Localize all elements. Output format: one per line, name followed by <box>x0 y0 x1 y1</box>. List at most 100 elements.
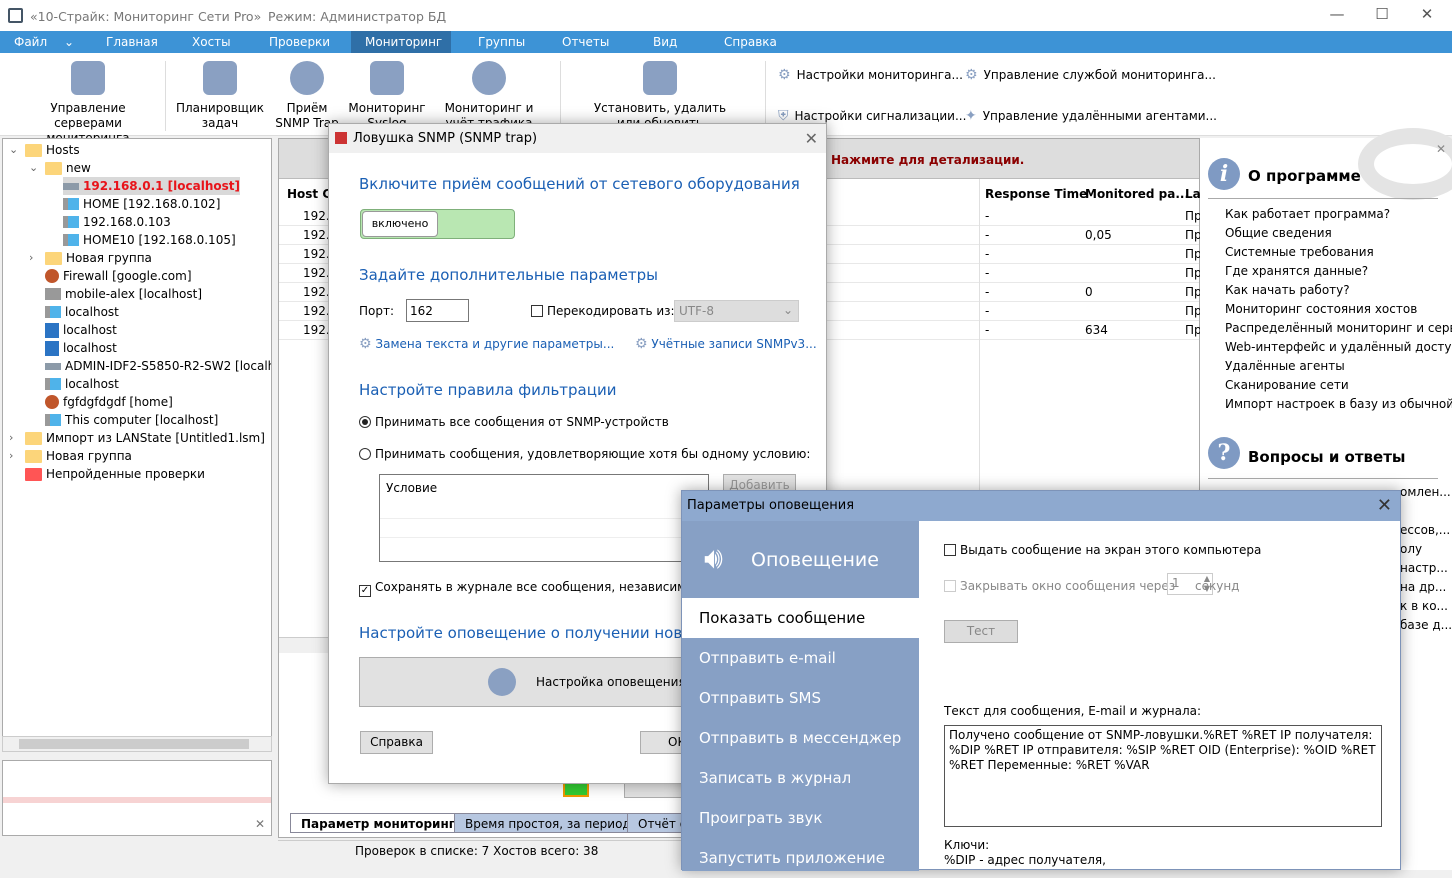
tree-item-label: fgfdgfdgdf [home] <box>63 395 173 409</box>
faq-link[interactable]: олу <box>1400 542 1422 556</box>
column-header[interactable]: Monitored pa... <box>1085 187 1189 201</box>
help-link[interactable]: Как начать работу? <box>1225 283 1350 297</box>
port-input[interactable] <box>406 299 469 322</box>
tab-downtime[interactable]: Время простоя, за период <box>454 813 642 833</box>
nav-item[interactable]: Проиграть звук <box>682 798 919 838</box>
scrollbar-thumb[interactable] <box>19 739 249 749</box>
help-link[interactable]: Общие сведения <box>1225 226 1332 240</box>
save-log-checkbox[interactable]: ✓ Сохранять в журнале все сообщения, неза… <box>359 580 729 597</box>
encoding-select[interactable]: UTF-8 ⌄ <box>674 300 799 322</box>
tree-item-label: 192.168.0.1 [localhost] <box>83 179 240 193</box>
message-text-area[interactable]: Получено сообщение от SNMP-ловушки.%RET … <box>944 725 1382 827</box>
menu-checks[interactable]: Проверки <box>255 31 344 53</box>
nav-item[interactable]: Отправить SMS <box>682 678 919 718</box>
help-link[interactable]: Где хранятся данные? <box>1225 264 1368 278</box>
tree-horizontal-scrollbar[interactable] <box>2 736 272 752</box>
close-icon[interactable]: ✕ <box>255 817 265 831</box>
snmpv3-accounts-link[interactable]: ⚙ Учётные записи SNMPv3... <box>635 336 817 352</box>
nav-item[interactable]: Показать сообщение <box>682 598 919 638</box>
tree-item[interactable]: Непройденные проверки <box>25 465 205 483</box>
test-button[interactable]: Тест <box>944 620 1018 643</box>
menu-help[interactable]: Справка <box>710 31 791 53</box>
menu-reports[interactable]: Отчеты <box>548 31 623 53</box>
menu-monitoring[interactable]: Мониторинг <box>351 31 451 53</box>
accept-all-radio[interactable]: Принимать все сообщения от SNMP-устройст… <box>359 415 669 429</box>
help-link[interactable]: Удалённые агенты <box>1225 359 1345 373</box>
syslog-button[interactable]: Мониторинг Syslog <box>348 59 426 129</box>
service-management-link[interactable]: ⚙ Управление службой мониторинга... <box>965 67 1216 83</box>
faq-link[interactable]: к в ко... <box>1400 599 1448 613</box>
tree-item[interactable]: localhost <box>45 375 119 393</box>
chevron-down-icon[interactable]: ⌄ <box>9 143 18 156</box>
help-link[interactable]: Системные требования <box>1225 245 1374 259</box>
tree-item[interactable]: Новая группа <box>45 249 152 267</box>
show-message-checkbox[interactable]: Выдать сообщение на экран этого компьюте… <box>944 543 1261 557</box>
close-help-icon[interactable]: ✕ <box>1436 142 1446 156</box>
help-link[interactable]: Web-интерфейс и удалённый доступ <box>1225 340 1452 354</box>
install-agent-button[interactable]: Установить, удалить или обновить <box>585 59 735 129</box>
help-link[interactable]: Как работает программа? <box>1225 207 1390 221</box>
tree-item[interactable]: Firewall [google.com] <box>45 267 192 285</box>
faq-link[interactable]: ессов,... <box>1400 523 1450 537</box>
tree-item[interactable]: Hosts <box>25 141 80 159</box>
manage-servers-button[interactable]: Управление серверами мониторинга <box>18 59 158 146</box>
tree-item[interactable]: HOME [192.168.0.102] <box>63 195 220 213</box>
remote-agents-link[interactable]: ✦ Управление удалёнными агентами... <box>965 108 1217 124</box>
chevron-right-icon[interactable]: › <box>29 251 33 264</box>
faq-link[interactable]: базе д... <box>1400 618 1452 632</box>
faq-link[interactable]: омлен... <box>1400 485 1451 499</box>
tree-item[interactable]: Новая группа <box>25 447 132 465</box>
menu-file-dropdown-icon[interactable]: ⌄ <box>50 31 88 53</box>
alarm-settings-link[interactable]: ⛨ Настройки сигнализации... <box>778 108 966 124</box>
close-dialog-button[interactable]: ✕ <box>1377 491 1392 521</box>
traffic-button[interactable]: Мониторинг и учёт трафика <box>430 59 548 129</box>
nav-item[interactable]: Запустить приложение <box>682 838 919 878</box>
menu-groups[interactable]: Группы <box>464 31 539 53</box>
scheduler-button[interactable]: Планировщик задач <box>175 59 265 131</box>
close-button[interactable]: ✕ <box>1412 5 1442 23</box>
tree-item[interactable]: fgfdgfdgdf [home] <box>45 393 173 411</box>
column-header[interactable]: Response Time <box>985 187 1087 201</box>
nav-item[interactable]: Отправить в мессенджер <box>682 718 919 758</box>
maximize-button[interactable]: ☐ <box>1367 5 1397 23</box>
monitoring-settings-link[interactable]: ⚙ Настройки мониторинга... <box>778 67 963 83</box>
tree-item[interactable]: 192.168.0.1 [localhost] <box>63 177 240 195</box>
tree-item[interactable]: localhost <box>45 321 117 339</box>
tree-item[interactable]: localhost <box>45 339 117 357</box>
faq-link[interactable]: на др... <box>1400 580 1446 594</box>
help-link[interactable]: Распределённый мониторинг и серве... <box>1225 321 1452 335</box>
tree-item[interactable]: new <box>45 159 91 177</box>
accept-conditions-radio[interactable]: Принимать сообщения, удовлетворяющие хот… <box>359 447 810 461</box>
enable-toggle[interactable]: включено <box>360 209 515 239</box>
nav-item[interactable]: Записать в журнал <box>682 758 919 798</box>
nav-item[interactable]: Отправить e-mail <box>682 638 919 678</box>
host-tree[interactable]: ⌄ Hosts ⌄ new 192.168.0.1 [localhost] HOME [1… <box>2 138 272 752</box>
tree-item[interactable]: Импорт из LANState [Untitled1.lsm] <box>25 429 265 447</box>
tree-item[interactable]: 192.168.0.103 <box>63 213 171 231</box>
info-icon: i <box>1208 158 1240 190</box>
tree-item[interactable]: mobile-alex [localhost] <box>45 285 202 303</box>
menu-view[interactable]: Вид <box>639 31 691 53</box>
tree-item[interactable]: localhost <box>45 303 119 321</box>
tree-item[interactable]: This computer [localhost] <box>45 411 218 429</box>
help-link[interactable]: Мониторинг состояния хостов <box>1225 302 1417 316</box>
chevron-right-icon[interactable]: › <box>9 449 13 462</box>
tab-monitoring-parameter[interactable]: Параметр мониторинга <box>290 813 475 833</box>
help-button[interactable]: Справка <box>360 731 433 754</box>
tree-item[interactable]: ADMIN-IDF2-S5850-R2-SW2 [localhost] <box>45 357 271 375</box>
text-replace-link[interactable]: ⚙ Замена текста и другие параметры... <box>359 336 614 352</box>
help-link[interactable]: Сканирование сети <box>1225 378 1349 392</box>
menu-hosts[interactable]: Хосты <box>178 31 245 53</box>
minimize-button[interactable]: — <box>1322 5 1352 23</box>
close-dialog-button[interactable]: ✕ <box>805 124 818 153</box>
close-after-checkbox[interactable]: Закрывать окно сообщения через <box>944 579 1175 593</box>
tree-item[interactable]: HOME10 [192.168.0.105] <box>63 231 236 249</box>
chevron-down-icon[interactable]: ⌄ <box>29 161 38 174</box>
chevron-right-icon[interactable]: › <box>9 431 13 444</box>
faq-link[interactable]: настр... <box>1400 561 1448 575</box>
help-link[interactable]: Импорт настроек в базу из обычной ... <box>1225 397 1452 411</box>
snmp-trap-button[interactable]: Приём SNMP Trap <box>268 59 346 129</box>
conditions-list[interactable]: Условие <box>379 474 709 562</box>
menu-home[interactable]: Главная <box>92 31 172 53</box>
recode-checkbox[interactable]: Перекодировать из: <box>531 304 675 318</box>
